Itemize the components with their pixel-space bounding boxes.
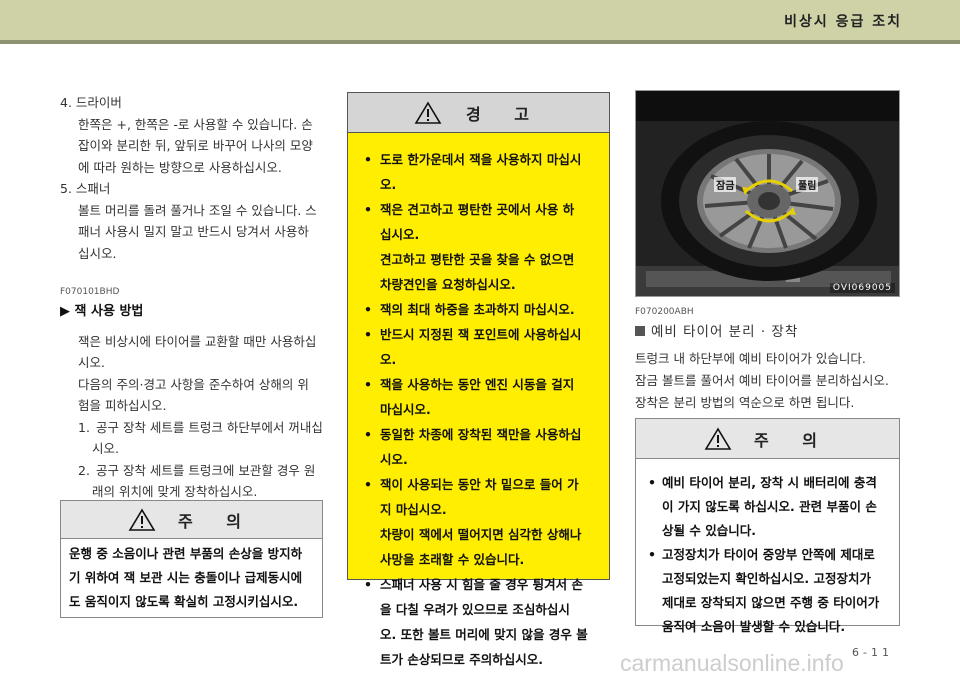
chapter-title: 비상시 응급 조치 — [784, 14, 902, 30]
step-number: 2. — [78, 462, 90, 478]
step-text: 시오. — [92, 441, 119, 456]
warning-triangle-icon — [128, 507, 156, 531]
paragraph-line: 다음의 주의·경고 사항을 준수하여 상해의 위 — [78, 376, 309, 392]
caution-line: 예비 타이어 분리, 장착 시 배터리에 충격 — [662, 475, 877, 490]
warning-item: 도로 한가운데서 잭을 사용하지 마십시오. — [364, 147, 595, 197]
warning-line: 을 다칠 우려가 있으므로 조심하십시 — [380, 602, 570, 617]
caution-line: 제대로 장착되지 않으면 주행 중 타이어가 — [662, 595, 880, 610]
warning-line: 동일한 차종에 장착된 잭만을 사용하십 — [380, 427, 582, 442]
caution-title: 주 의 — [753, 430, 831, 450]
section-code: F070101BHD — [60, 287, 120, 297]
caution-box-spare-tire: 주 의 예비 타이어 분리, 장착 시 배터리에 충격이 가지 않도록 하십시오… — [635, 418, 900, 634]
caution-text: 운행 중 소음이나 관련 부품의 손상을 방지하 기 위하여 잭 보관 시는 충… — [61, 539, 322, 614]
paragraph-line: 잭은 비상시에 타이어를 교환할 때만 사용하십 — [78, 333, 317, 349]
step-text: 공구 장착 세트를 트렁크에 보관할 경우 원 — [95, 462, 316, 478]
warning-line: 잭이 사용되는 동안 차 밑으로 들어 가 — [380, 477, 579, 492]
section-title: ▶ 잭 사용 방법 — [60, 304, 144, 319]
step-1: 1. 공구 장착 세트를 트렁크 하단부에서 꺼내십 — [60, 417, 328, 439]
caution-header: 주 의 — [61, 501, 322, 539]
warning-line: 반드시 지정된 잭 포인트에 사용하십시오. — [380, 327, 582, 367]
tool-item-screwdriver: 4. 드라이버 한쪽은 +, 한쪽은 -로 사용할 수 있습니다. 손 잡이와 … — [60, 92, 328, 178]
item-heading: 4. 드라이버 — [60, 95, 122, 110]
step-2: 2. 공구 장착 세트를 트렁크에 보관할 경우 원 — [60, 460, 328, 482]
warning-item: 잭이 사용되는 동안 차 밑으로 들어 가지 마십시오. 차량이 잭에서 떨어지면… — [364, 472, 595, 572]
warning-line: 도로 한가운데서 잭을 사용하지 마십시오. — [380, 152, 582, 192]
warning-triangle-icon — [704, 426, 732, 450]
tool-item-spanner: 5. 스패너 볼트 머리를 돌려 풀거나 조일 수 있습니다. 스 패너 사용시… — [60, 178, 328, 264]
left-column: 4. 드라이버 한쪽은 +, 한쪽은 -로 사용할 수 있습니다. 손 잡이와 … — [60, 92, 328, 503]
caution-line: 도 움직이지 않도록 확실히 고정시키십시오. — [69, 594, 299, 609]
item-text: 패너 사용시 밀지 말고 반드시 당겨서 사용하 — [78, 224, 309, 239]
item-text: 볼트 머리를 돌려 풀거나 조일 수 있습니다. 스 — [78, 202, 317, 218]
warning-line: 시오. — [380, 452, 408, 467]
warning-item: 스패너 사용 시 힘을 줄 경우 튕겨서 손을 다칠 우려가 있으므로 조심하십… — [364, 572, 595, 672]
spare-tire-photo: 잠금 풀림 OVI069005 — [635, 90, 900, 297]
warning-list: 도로 한가운데서 잭을 사용하지 마십시오. 잭은 견고하고 평탄한 곳에서 사… — [348, 133, 609, 672]
warning-title: 경 고 — [465, 104, 543, 124]
caution-line: 상될 수 있습니다. — [662, 523, 756, 538]
spare-tire-illustration — [636, 91, 899, 296]
caution-box-jack-storage: 주 의 운행 중 소음이나 관련 부품의 손상을 방지하 기 위하여 잭 보관 … — [60, 500, 323, 618]
warning-line: 사망을 초래할 수 있습니다. — [380, 552, 525, 567]
section-title: 예비 타이어 분리 · 장착 — [635, 320, 905, 340]
warning-item: 동일한 차종에 장착된 잭만을 사용하십시오. — [364, 422, 595, 472]
item-text: 잡이와 분리한 뒤, 앞뒤로 바꾸어 나사의 모양 — [78, 138, 313, 153]
warning-line: 잭을 사용하는 동안 엔진 시동을 걸지 — [380, 377, 575, 392]
caution-list: 예비 타이어 분리, 장착 시 배터리에 충격이 가지 않도록 하십시오. 관련… — [636, 459, 899, 639]
warning-line: 잭의 최대 하중을 초과하지 마십시오. — [380, 302, 575, 317]
watermark: carmanualsonline.info — [620, 650, 844, 676]
warning-line: 차량이 잭에서 떨어지면 심각한 상해나 — [380, 527, 582, 542]
paragraph-line: 험을 피하십시오. — [78, 398, 167, 413]
caution-line: 움직여 소음이 발생할 수 있습니다. — [662, 619, 846, 634]
photo-code: OVI069005 — [829, 283, 895, 293]
lock-label: 잠금 — [714, 177, 737, 192]
caution-line: 고정되었는지 확인하십시오. 고정장치가 — [662, 571, 871, 586]
square-bullet-icon — [635, 326, 645, 336]
caution-line: 운행 중 소음이나 관련 부품의 손상을 방지하 — [69, 546, 303, 561]
item-text: 에 따라 원하는 방향으로 사용하십시오. — [78, 159, 282, 175]
paragraph-line: 트렁크 내 하단부에 예비 타이어가 있습니다. — [635, 351, 866, 366]
unlock-label: 풀림 — [796, 177, 819, 192]
warning-line: 트가 손상되므로 주의하십시오. — [380, 652, 543, 667]
right-body: 트렁크 내 하단부에 예비 타이어가 있습니다. 잠금 볼트를 풀어서 예비 타… — [635, 348, 905, 414]
warning-line: 스패너 사용 시 힘을 줄 경우 튕겨서 손 — [380, 577, 583, 592]
caution-line: 기 위하여 잭 보관 시는 충돌이나 급제동시에 — [69, 570, 303, 585]
warning-line: 오. 또한 볼트 머리에 맞지 않을 경우 볼 — [380, 627, 588, 642]
right-column: F070200ABH 예비 타이어 분리 · 장착 트렁크 내 하단부에 예비 … — [635, 306, 905, 414]
warning-line: 마십시오. — [380, 402, 431, 417]
caution-line: 이 가지 않도록 하십시오. 관련 부품이 손 — [662, 499, 877, 514]
page-number: 6-11 — [852, 646, 893, 659]
step-number: 1. — [78, 419, 90, 435]
caution-item: 예비 타이어 분리, 장착 시 배터리에 충격이 가지 않도록 하십시오. 관련… — [648, 471, 889, 543]
warning-item: 잭은 견고하고 평탄한 곳에서 사용 하십시오. 견고하고 평탄한 곳을 찾을 수… — [364, 197, 595, 297]
item-heading: 5. 스패너 — [60, 181, 111, 196]
paragraph-line: 장착은 분리 방법의 역순으로 하면 됩니다. — [635, 395, 855, 410]
caution-title: 주 의 — [177, 511, 255, 531]
warning-line: 십시오. — [380, 227, 420, 242]
warning-line: 견고하고 평탄한 곳을 찾을 수 없으면 — [380, 252, 575, 267]
warning-box-jack: 경 고 도로 한가운데서 잭을 사용하지 마십시오. 잭은 견고하고 평탄한 곳… — [347, 92, 610, 667]
warning-line: 지 마십시오. — [380, 502, 447, 517]
warning-line: 차량견인을 요청하십시오. — [380, 277, 516, 292]
warning-triangle-icon — [414, 100, 442, 124]
warning-line: 잭은 견고하고 평탄한 곳에서 사용 하 — [380, 202, 575, 217]
warning-item: 반드시 지정된 잭 포인트에 사용하십시오. — [364, 322, 595, 372]
caution-header: 주 의 — [636, 419, 899, 459]
step-text: 공구 장착 세트를 트렁크 하단부에서 꺼내십 — [95, 419, 323, 435]
warning-header: 경 고 — [348, 93, 609, 133]
caution-line: 고정장치가 타이어 중앙부 안쪽에 제대로 — [662, 547, 875, 562]
section-title-text: 예비 타이어 분리 · 장착 — [651, 324, 799, 340]
paragraph-line: 시오. — [78, 355, 105, 370]
header-rule — [0, 40, 960, 44]
item-text: 한쪽은 +, 한쪽은 -로 사용할 수 있습니다. 손 — [78, 116, 313, 132]
caution-item: 고정장치가 타이어 중앙부 안쪽에 제대로고정되었는지 확인하십시오. 고정장치… — [648, 543, 889, 639]
warning-item: 잭을 사용하는 동안 엔진 시동을 걸지마십시오. — [364, 372, 595, 422]
warning-item: 잭의 최대 하중을 초과하지 마십시오. — [364, 297, 595, 322]
section-code: F070200ABH — [635, 307, 694, 317]
item-text: 십시오. — [78, 245, 117, 261]
paragraph-line: 잠금 볼트를 풀어서 예비 타이어를 분리하십시오. — [635, 373, 889, 388]
